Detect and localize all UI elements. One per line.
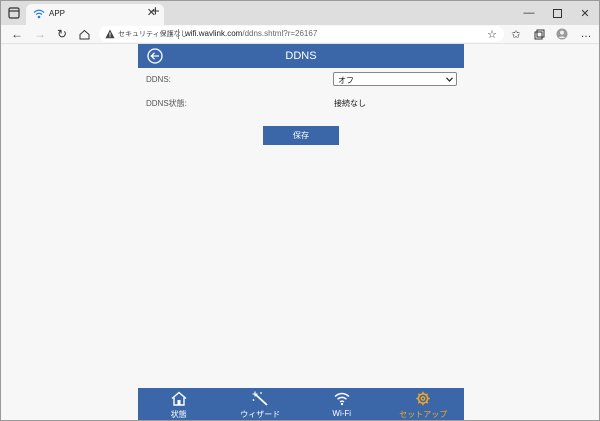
more-menu-icon[interactable]: …: [579, 27, 593, 41]
tab-bar: APP ✕ + — ✕: [1, 1, 599, 25]
url-path: /ddns.shtml?r=26167: [242, 29, 318, 38]
nav-label-wizard: ウィザード: [240, 410, 281, 419]
browser-tab[interactable]: APP ✕: [26, 4, 164, 25]
ddns-select[interactable]: オフ: [333, 72, 457, 86]
add-favorite-icon[interactable]: ☆: [485, 27, 499, 41]
address-separator: [178, 29, 179, 39]
gear-icon: [416, 391, 430, 406]
wifi-icon: [334, 392, 350, 406]
nav-item-setup[interactable]: セットアップ: [383, 388, 465, 420]
nav-label-setup: セットアップ: [399, 410, 448, 419]
url-host: wifi.wavlink.com: [185, 29, 243, 38]
save-button[interactable]: 保存: [263, 126, 339, 145]
nav-item-wizard[interactable]: ウィザード: [220, 388, 302, 420]
page-header: DDNS: [138, 44, 464, 68]
browser-window: APP ✕ + — ✕ ← → ↻ セキュリティ保護なし wifi.wavlin…: [0, 0, 600, 421]
browser-toolbar: ← → ↻ セキュリティ保護なし wifi.wavlink.com/ddns.s…: [1, 25, 599, 44]
nav-label-status: 状態: [170, 410, 187, 419]
ddns-status-value: 接続なし: [334, 99, 366, 108]
ddns-status-label: DDNS状態:: [146, 99, 187, 108]
magic-wand-icon: [252, 391, 268, 406]
forward-nav-icon[interactable]: →: [32, 26, 48, 42]
nav-label-wifi: Wi-Fi: [332, 409, 352, 418]
close-window-icon[interactable]: ✕: [571, 1, 599, 25]
minimize-icon[interactable]: —: [515, 1, 543, 25]
collections-icon[interactable]: [532, 27, 546, 41]
ddns-label: DDNS:: [146, 75, 171, 84]
warning-icon: [105, 29, 115, 39]
reload-icon[interactable]: ↻: [54, 26, 70, 42]
ddns-select-value: オフ: [338, 76, 354, 85]
home-icon: [171, 391, 187, 406]
window-controls: — ✕: [515, 1, 599, 25]
wifi-favicon-icon: [33, 9, 45, 19]
tab-actions-icon[interactable]: [7, 6, 21, 20]
profile-avatar-icon[interactable]: [555, 27, 569, 41]
chevron-down-icon: [446, 77, 453, 82]
maximize-icon[interactable]: [543, 1, 571, 25]
favorites-icon[interactable]: ✩: [509, 27, 523, 41]
tab-title: APP: [49, 9, 66, 18]
home-browser-icon[interactable]: [76, 26, 92, 42]
address-bar[interactable]: セキュリティ保護なし wifi.wavlink.com/ddns.shtml?r…: [99, 26, 504, 42]
page-title: DDNS: [285, 50, 317, 62]
bottom-nav: 状態 ウィザード Wi-Fi セットアップ: [138, 388, 465, 420]
nav-item-wifi[interactable]: Wi-Fi: [301, 388, 383, 420]
new-tab-icon[interactable]: +: [151, 4, 160, 20]
back-nav-icon[interactable]: ←: [9, 26, 25, 42]
url-text: wifi.wavlink.com/ddns.shtml?r=26167: [185, 29, 317, 38]
nav-item-status[interactable]: 状態: [138, 388, 220, 420]
